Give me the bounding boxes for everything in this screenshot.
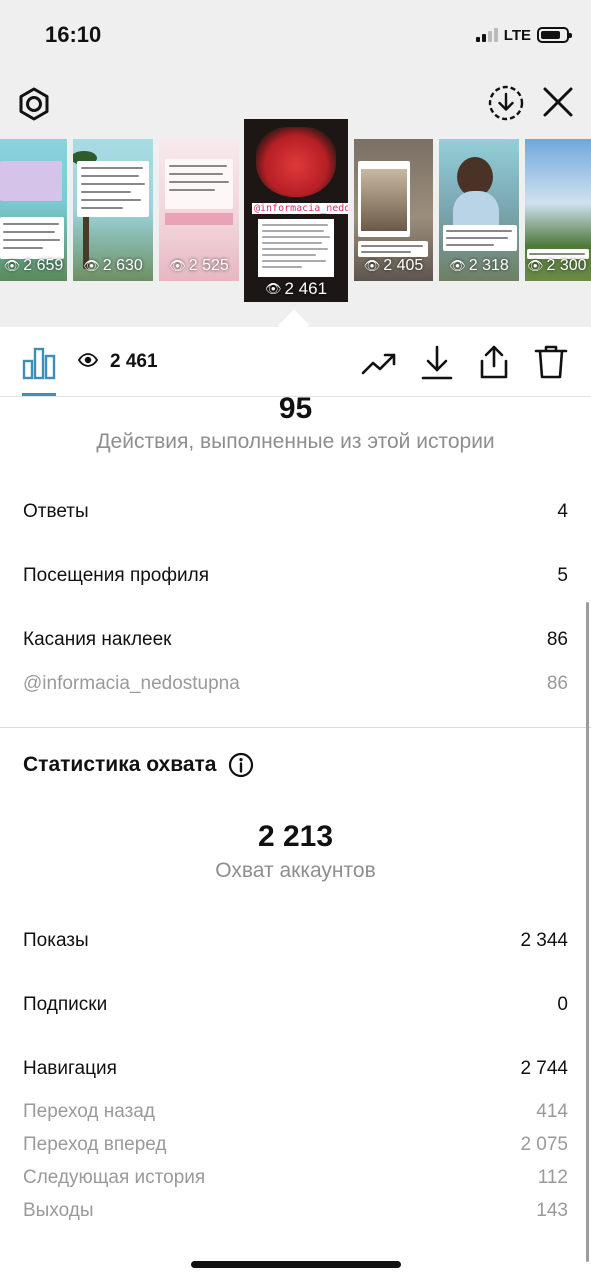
eye-icon: 👁	[527, 258, 544, 273]
eye-icon: 👁	[449, 258, 466, 273]
thumbnail-views: 👁 2 630	[73, 257, 153, 275]
thumbnail-views: 👁 2 525	[159, 257, 239, 275]
reach-section-title: Статистика охвата	[23, 752, 254, 778]
stat-label: Переход вперед	[23, 1134, 167, 1155]
thumbnail-views-count: 2 659	[23, 257, 64, 274]
stat-label: Следующая история	[23, 1167, 206, 1188]
bar-chart-icon[interactable]	[22, 346, 56, 380]
stat-value: 4	[557, 501, 568, 522]
thumbnail-views-count: 2 300	[546, 257, 587, 274]
eye-icon: 👁	[363, 258, 381, 273]
interactions-total: 95	[278, 392, 313, 425]
thumbnail-views-count: 2 461	[284, 279, 328, 298]
story-thumbnail[interactable]: 👁 2 405	[354, 139, 433, 281]
stat-row-follows: Подписки 0	[23, 992, 568, 1018]
story-thumbnail[interactable]: 👁 2 525	[159, 139, 239, 281]
scrollbar[interactable]	[586, 602, 589, 1262]
trash-icon[interactable]	[534, 344, 568, 380]
share-icon[interactable]	[476, 344, 512, 380]
trend-icon[interactable]	[361, 345, 397, 381]
reach-label: Охват аккаунтов	[215, 859, 376, 882]
stat-value: 112	[537, 1167, 568, 1188]
stat-row-next-story: Следующая история 112	[23, 1165, 568, 1191]
thumbnail-views: 👁 2 405	[354, 257, 433, 275]
story-thumbnail[interactable]: 👁 2 318	[439, 139, 519, 281]
eye-icon: 👁	[169, 258, 186, 273]
stat-value: 2 075	[520, 1134, 568, 1155]
stat-label: @informacia_nedostupna	[23, 673, 240, 694]
story-action-bar: 2 461	[0, 327, 591, 397]
stat-row-replies: Ответы 4	[23, 499, 568, 525]
thumbnail-views: 👁 2 659	[0, 257, 67, 275]
stat-value: 143	[536, 1200, 568, 1221]
stat-label: Навигация	[23, 1058, 117, 1079]
stat-label: Касания наклеек	[23, 629, 172, 650]
views-count: 2 461	[110, 351, 158, 372]
stat-value: 2 344	[520, 930, 568, 951]
story-image	[256, 127, 336, 197]
stat-value: 0	[557, 994, 568, 1015]
stat-value: 86	[546, 673, 568, 694]
story-thumbnail[interactable]: 👁 2 300	[525, 139, 591, 281]
interactions-label: Действия, выполненные из этой истории	[96, 430, 495, 453]
thumbnail-views: 👁 2 318	[439, 257, 519, 275]
story-thumbnail[interactable]: 👁 2 659	[0, 139, 67, 281]
download-icon[interactable]	[420, 345, 454, 381]
home-indicator[interactable]	[191, 1261, 401, 1268]
eye-icon: 👁	[3, 258, 21, 273]
stat-value: 414	[536, 1101, 568, 1122]
stat-row-exits: Выходы 143	[23, 1198, 568, 1224]
thumbnail-views: 👁 2 461	[244, 279, 348, 299]
stat-row-back: Переход назад 414	[23, 1099, 568, 1125]
story-thumbnails: 👁 2 659 👁 2 630 👁 2 525 @informacia_nedo…	[0, 0, 591, 327]
eye-icon	[77, 352, 99, 372]
stat-value: 86	[546, 629, 568, 650]
stat-label: Подписки	[23, 994, 108, 1015]
reach-title-text: Статистика охвата	[23, 753, 217, 776]
stat-label: Выходы	[23, 1200, 94, 1221]
section-divider	[0, 727, 591, 728]
eye-icon: 👁	[83, 258, 100, 273]
stat-row-mention: @informacia_nedostupna 86	[23, 671, 568, 697]
stat-value: 2 744	[520, 1058, 568, 1079]
story-preview-area: 16:10 LTE 👁 2 659 👁 2 630 👁 2 525 @infor…	[0, 0, 591, 327]
stat-row-profile-visits: Посещения профиля 5	[23, 563, 568, 589]
thumbnail-views-count: 2 630	[102, 257, 143, 274]
stat-value: 5	[557, 565, 568, 586]
thumbnail-views-count: 2 318	[468, 257, 509, 274]
thumbnail-views: 👁 2 300	[525, 257, 591, 275]
info-icon[interactable]	[228, 752, 254, 778]
story-thumbnail-selected[interactable]: @informacia_nedostupna 👁 2 461	[244, 119, 348, 302]
stat-row-sticker-taps: Касания наклеек 86	[23, 627, 568, 653]
stat-row-impressions: Показы 2 344	[23, 928, 568, 954]
eye-icon: 👁	[264, 281, 282, 296]
stat-label: Показы	[23, 930, 89, 951]
stat-row-navigation: Навигация 2 744	[23, 1056, 568, 1082]
story-caption: @informacia_nedostupna	[252, 203, 348, 214]
thumbnail-views-count: 2 405	[383, 257, 424, 274]
stat-row-forward: Переход вперед 2 075	[23, 1132, 568, 1158]
reach-total: 2 213	[257, 820, 334, 853]
stat-label: Переход назад	[23, 1101, 155, 1122]
stat-label: Ответы	[23, 501, 89, 522]
stat-label: Посещения профиля	[23, 565, 209, 586]
story-text-card	[258, 219, 334, 277]
story-thumbnail[interactable]: 👁 2 630	[73, 139, 153, 281]
thumbnail-views-count: 2 525	[188, 257, 229, 274]
views-indicator: 2 461	[77, 351, 158, 373]
